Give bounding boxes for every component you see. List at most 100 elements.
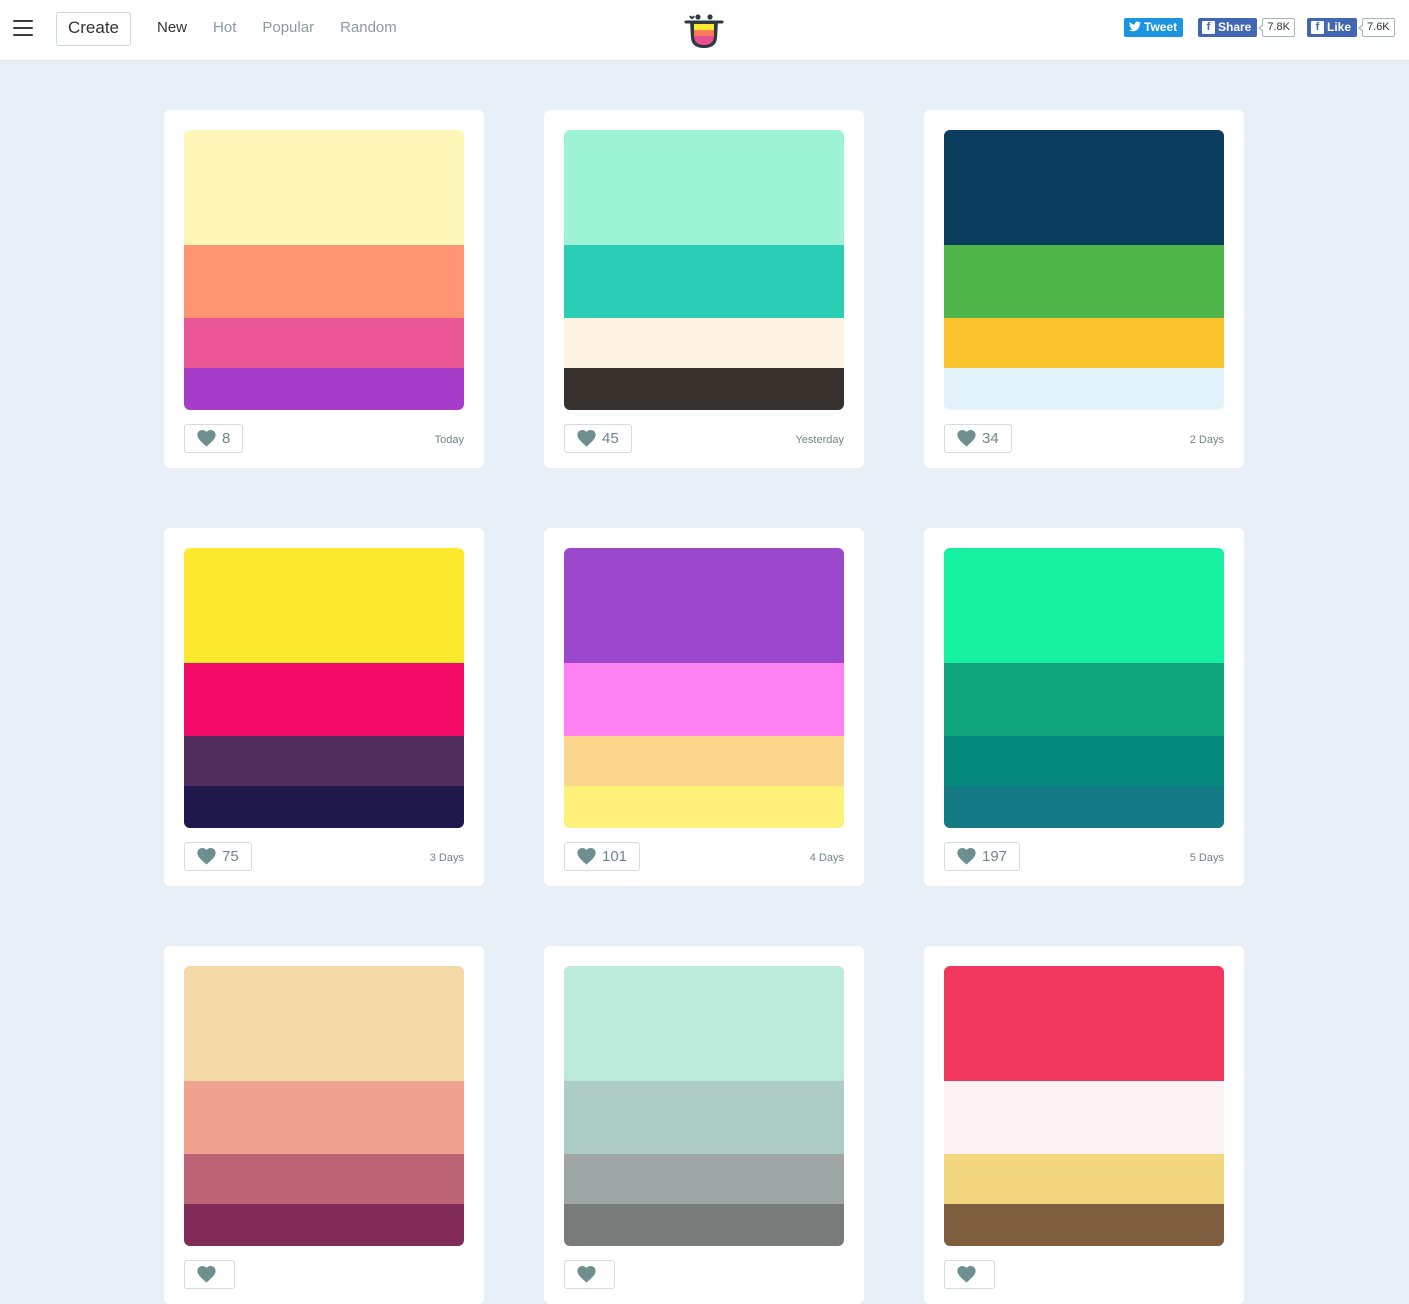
- color-swatch[interactable]: [944, 786, 1224, 828]
- like-button[interactable]: 75: [184, 842, 252, 871]
- like-widget: f Like 7.6K: [1307, 18, 1395, 37]
- color-swatch[interactable]: [564, 548, 844, 663]
- color-swatch[interactable]: [564, 245, 844, 318]
- heart-icon: [197, 430, 216, 447]
- palette-date: 3 Days: [429, 852, 464, 864]
- color-swatch[interactable]: [564, 130, 844, 245]
- color-swatch[interactable]: [944, 736, 1224, 786]
- color-swatch[interactable]: [944, 1204, 1224, 1246]
- like-button[interactable]: 197: [944, 842, 1021, 871]
- color-swatch[interactable]: [184, 1081, 464, 1154]
- heart-icon: [957, 1266, 976, 1283]
- color-swatch[interactable]: [184, 663, 464, 736]
- color-swatch[interactable]: [944, 1154, 1224, 1204]
- palette-date: 4 Days: [809, 852, 844, 864]
- palette-card: 75 3 Days: [164, 528, 484, 886]
- color-swatch[interactable]: [564, 966, 844, 1081]
- color-swatch[interactable]: [564, 1081, 844, 1154]
- palette-card: [164, 946, 484, 1304]
- create-button[interactable]: Create: [56, 12, 131, 46]
- palette-swatches[interactable]: [944, 548, 1224, 828]
- nav-random[interactable]: Random: [340, 19, 397, 36]
- share-widget: f Share 7.8K: [1198, 18, 1295, 37]
- tweet-widget: Tweet: [1124, 18, 1184, 37]
- like-button[interactable]: [944, 1260, 995, 1289]
- share-count: 7.8K: [1258, 18, 1295, 37]
- color-swatch[interactable]: [944, 318, 1224, 368]
- palette-card: 101 4 Days: [544, 528, 864, 886]
- like-button[interactable]: [184, 1260, 235, 1289]
- tweet-button[interactable]: Tweet: [1124, 18, 1184, 37]
- like-button[interactable]: [564, 1260, 615, 1289]
- palette-date: 2 Days: [1189, 434, 1224, 446]
- nav-popular[interactable]: Popular: [262, 19, 314, 36]
- color-swatch[interactable]: [184, 786, 464, 828]
- tweet-label: Tweet: [1144, 20, 1178, 34]
- heart-icon: [957, 430, 976, 447]
- palette-date: Yesterday: [795, 434, 844, 446]
- palette-date: Today: [434, 434, 464, 446]
- share-label: Share: [1218, 20, 1252, 34]
- palette-swatches[interactable]: [184, 130, 464, 410]
- palette-swatches[interactable]: [944, 130, 1224, 410]
- color-swatch[interactable]: [184, 130, 464, 245]
- color-swatch[interactable]: [944, 368, 1224, 410]
- color-swatch[interactable]: [184, 736, 464, 786]
- share-button[interactable]: f Share: [1198, 18, 1258, 37]
- like-count: 197: [982, 848, 1008, 865]
- color-swatch[interactable]: [184, 245, 464, 318]
- color-swatch[interactable]: [564, 368, 844, 410]
- palette-card: 34 2 Days: [924, 110, 1244, 468]
- color-swatch[interactable]: [564, 786, 844, 828]
- color-swatch[interactable]: [944, 548, 1224, 663]
- color-swatch[interactable]: [564, 1204, 844, 1246]
- logo-icon[interactable]: [684, 8, 724, 52]
- like-button[interactable]: 101: [564, 842, 641, 871]
- palette-card: 197 5 Days: [924, 528, 1244, 886]
- hamburger-icon[interactable]: [13, 20, 33, 38]
- like-count: 8: [222, 430, 231, 447]
- palette-swatches[interactable]: [564, 548, 844, 828]
- nav-hot[interactable]: Hot: [213, 19, 236, 36]
- color-swatch[interactable]: [184, 966, 464, 1081]
- like-count: 75: [222, 848, 239, 865]
- like-label: Like: [1327, 20, 1352, 34]
- color-swatch[interactable]: [944, 245, 1224, 318]
- palette-swatches[interactable]: [184, 548, 464, 828]
- top-bar: Create New Hot Popular Random Tweet f Sh…: [0, 0, 1409, 60]
- palette-swatches[interactable]: [564, 130, 844, 410]
- palette-swatches[interactable]: [184, 966, 464, 1246]
- color-swatch[interactable]: [944, 130, 1224, 245]
- color-swatch[interactable]: [564, 318, 844, 368]
- palette-swatches[interactable]: [944, 966, 1224, 1246]
- like-button[interactable]: 45: [564, 424, 632, 453]
- color-swatch[interactable]: [944, 1081, 1224, 1154]
- facebook-like-button[interactable]: f Like: [1307, 18, 1358, 37]
- nav-new[interactable]: New: [157, 19, 187, 36]
- twitter-icon: [1128, 21, 1141, 34]
- heart-icon: [577, 848, 596, 865]
- color-swatch[interactable]: [184, 548, 464, 663]
- facebook-icon: f: [1311, 21, 1324, 34]
- facebook-icon: f: [1202, 21, 1215, 34]
- like-button[interactable]: 34: [944, 424, 1012, 453]
- like-count: 101: [602, 848, 628, 865]
- color-swatch[interactable]: [184, 368, 464, 410]
- color-swatch[interactable]: [564, 1154, 844, 1204]
- color-swatch[interactable]: [184, 318, 464, 368]
- main-nav: New Hot Popular Random: [157, 19, 397, 36]
- palette-swatches[interactable]: [564, 966, 844, 1246]
- color-swatch[interactable]: [184, 1204, 464, 1246]
- like-count: 7.6K: [1358, 18, 1395, 37]
- like-button[interactable]: 8: [184, 424, 244, 453]
- color-swatch[interactable]: [944, 663, 1224, 736]
- color-swatch[interactable]: [564, 663, 844, 736]
- color-swatch[interactable]: [564, 736, 844, 786]
- palette-card: [924, 946, 1244, 1304]
- heart-icon: [577, 1266, 596, 1283]
- color-swatch[interactable]: [944, 966, 1224, 1081]
- color-swatch[interactable]: [184, 1154, 464, 1204]
- heart-icon: [577, 430, 596, 447]
- heart-icon: [197, 848, 216, 865]
- palette-date: 5 Days: [1189, 852, 1224, 864]
